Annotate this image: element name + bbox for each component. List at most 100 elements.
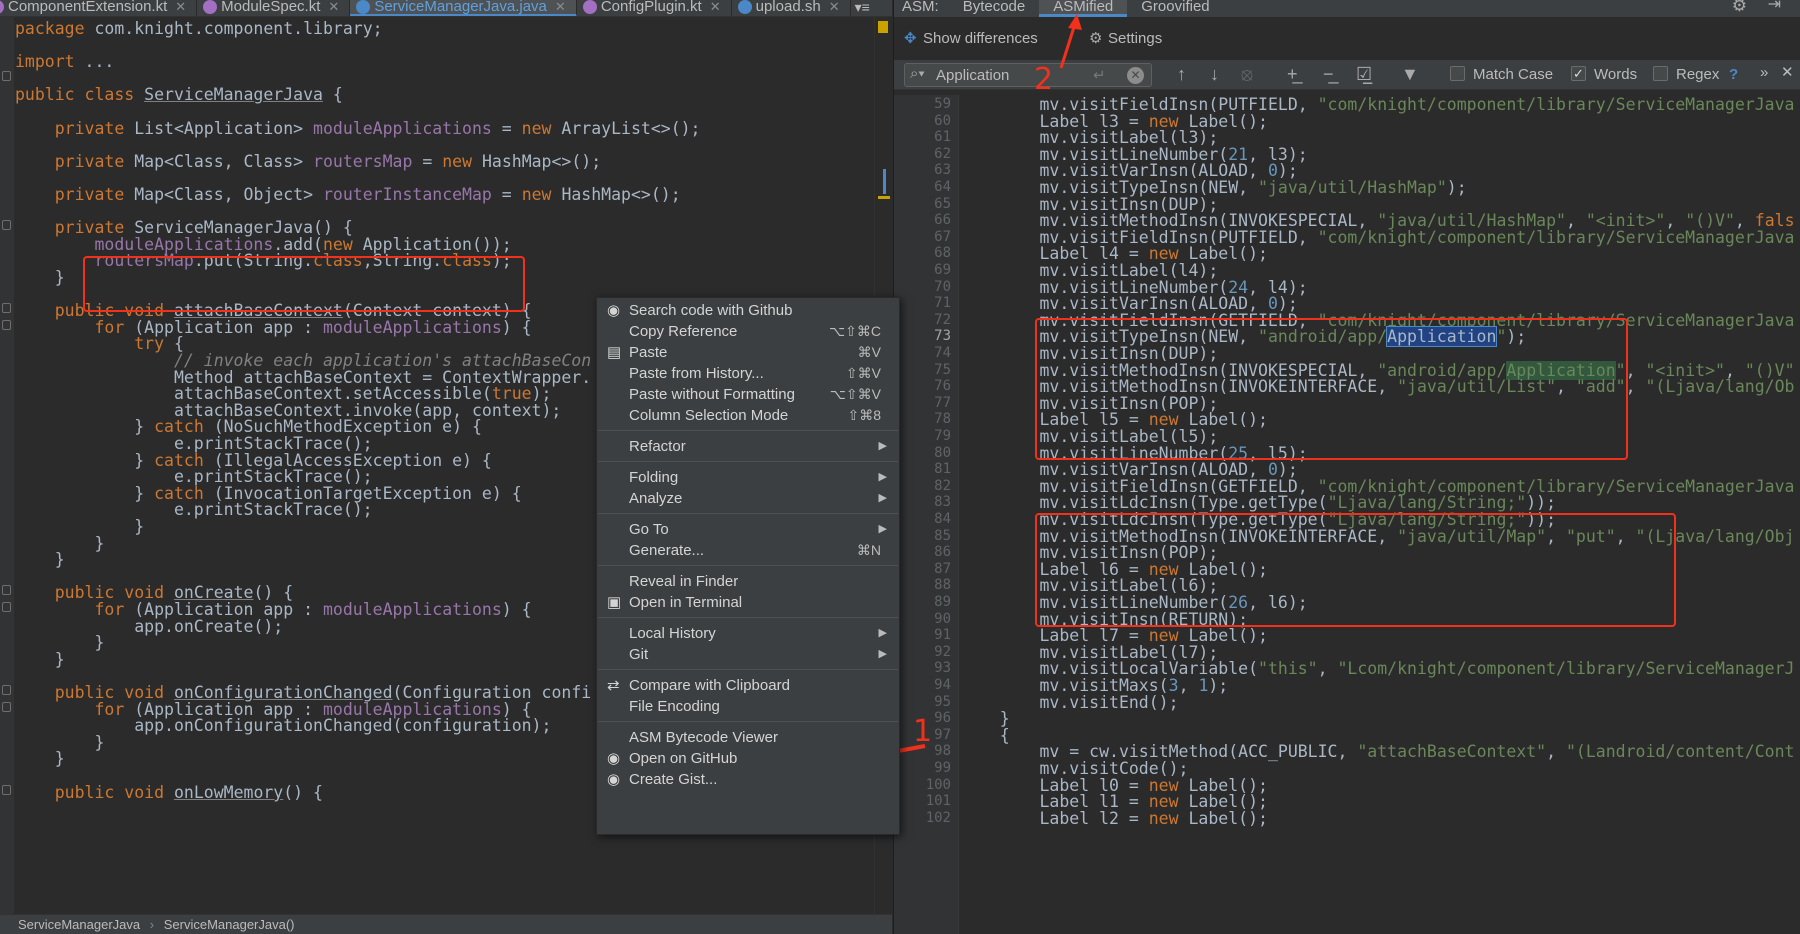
code-token: ) { (501, 600, 532, 619)
code-token: 1 (1198, 676, 1209, 695)
close-tab-icon[interactable]: ✕ (175, 0, 186, 14)
menu-item[interactable]: Refactor ▶ (597, 436, 899, 457)
code-line[interactable]: } (15, 268, 65, 287)
fold-icon[interactable] (2, 685, 11, 695)
fold-icon[interactable] (2, 220, 11, 230)
code-line[interactable]: private Map<Class, Class> routersMap = n… (15, 152, 601, 171)
breadcrumb-separator: › (149, 917, 155, 932)
menu-item[interactable]: Paste without Formatting ⌥⇧⌘V (597, 384, 899, 405)
close-tab-icon[interactable]: ✕ (829, 0, 840, 14)
code-token: ); (1446, 178, 1467, 197)
more-options-icon[interactable]: » (1760, 64, 1768, 81)
settings-button[interactable]: Settings (1108, 27, 1162, 51)
menu-item[interactable]: Local History ▶ (597, 623, 899, 644)
menu-item[interactable]: Folding ▶ (597, 467, 899, 488)
fold-icon[interactable] (2, 303, 11, 313)
fold-icon[interactable] (2, 320, 11, 330)
search-input[interactable]: Application (936, 67, 1009, 84)
breadcrumb-class[interactable]: ServiceManagerJava (18, 917, 140, 932)
filter-icon[interactable]: ▼ (1401, 65, 1419, 83)
menu-item[interactable]: ⇄ Compare with Clipboard (597, 675, 899, 696)
code-line[interactable]: } (15, 650, 65, 669)
menu-item[interactable]: ◉ Open on GitHub (597, 748, 899, 769)
select-all-occurrences-icon[interactable]: ☑̲ (1356, 65, 1372, 83)
gear-icon[interactable]: ⚙ (1732, 0, 1747, 14)
hide-panel-icon[interactable]: ⇥ (1768, 0, 1781, 13)
tab-groovified[interactable]: Groovified (1127, 0, 1223, 17)
menu-item[interactable]: Column Selection Mode ⇧⌘8 (597, 405, 899, 426)
code-token: } (15, 550, 65, 569)
menu-item-label: Copy Reference (629, 323, 738, 340)
editor-tab[interactable]: ConfigPlugin.kt ✕ (577, 0, 732, 16)
code-line[interactable]: package com.knight.component.library; (15, 19, 383, 38)
code-line[interactable]: Label l2 = new Label(); (960, 809, 1268, 828)
menu-item[interactable]: Reveal in Finder (597, 571, 899, 592)
menu-item[interactable]: ▤ Paste ⌘V (597, 342, 899, 363)
code-line[interactable]: private List<Application> moduleApplicat… (15, 119, 701, 138)
editor-tab[interactable]: upload.sh ✕ (732, 0, 851, 16)
editor-tab[interactable]: ComponentExtension.kt ✕ (0, 0, 198, 16)
menu-shortcut: ⇧⌘8 (847, 407, 881, 423)
code-line[interactable]: import ... (15, 52, 114, 71)
menu-item[interactable]: Generate... ⌘N (597, 540, 899, 561)
code-token: moduleApplications (322, 318, 502, 337)
menu-item[interactable]: File Encoding (597, 696, 899, 717)
code-line[interactable]: public class ServiceManagerJava { (15, 85, 343, 104)
fold-icon[interactable] (2, 702, 11, 712)
code-token: = (491, 185, 522, 204)
remove-occurrence-icon[interactable]: −̲ (1323, 65, 1334, 83)
code-line[interactable]: } (15, 550, 65, 569)
menu-item[interactable]: Copy Reference ⌥⇧⌘C (597, 321, 899, 342)
code-line[interactable]: } (15, 749, 65, 768)
find-all-icon[interactable]: ⦻ (1241, 65, 1253, 83)
code-line[interactable]: private Map<Class, Object> routerInstanc… (15, 185, 681, 204)
next-occurrence-icon[interactable]: ↓ (1210, 65, 1219, 83)
match-case-checkbox[interactable] (1450, 66, 1465, 81)
search-field[interactable]: ⌕▾ Application ↵ ✕ (904, 63, 1152, 87)
code-token: "this" (1258, 659, 1318, 678)
scroll-thumb[interactable] (883, 169, 886, 194)
github-icon: ◉ (607, 302, 621, 319)
menu-item-label: Git (629, 646, 649, 663)
menu-item[interactable]: ASM Bytecode Viewer (597, 727, 899, 748)
tabs-overflow-icon[interactable]: ▾≡ (851, 0, 874, 16)
fold-icon[interactable] (2, 785, 11, 795)
regex-checkbox[interactable] (1653, 66, 1668, 81)
add-occurrence-icon[interactable]: +̲ (1287, 65, 1298, 83)
menu-item[interactable]: Analyze ▶ (597, 488, 899, 509)
code-token: "Lcom/knight/component/library/ServiceMa… (1337, 659, 1795, 678)
search-icon[interactable]: ⌕▾ (910, 65, 925, 82)
fold-icon[interactable] (2, 585, 11, 595)
menu-item[interactable]: Paste from History... ⇧⌘V (597, 363, 899, 384)
menu-item-label: Search code with Github (629, 302, 793, 319)
menu-item[interactable]: ▣ Open in Terminal (597, 592, 899, 613)
fold-icon[interactable] (2, 71, 11, 81)
help-icon[interactable]: ? (1729, 66, 1738, 83)
tab-bytecode[interactable]: Bytecode (949, 0, 1040, 17)
menu-item[interactable]: ◉ Search code with Github (597, 300, 899, 321)
fold-icon[interactable] (2, 602, 11, 612)
code-token: Map<Class, Class> (134, 152, 314, 171)
show-differences-button[interactable]: Show differences (923, 27, 1038, 51)
close-tab-icon[interactable]: ✕ (710, 0, 721, 14)
inspection-warning-icon[interactable] (878, 21, 888, 33)
code-line[interactable]: public void onLowMemory() { (15, 783, 323, 802)
close-search-icon[interactable]: ✕ (1781, 63, 1794, 81)
clear-search-icon[interactable]: ✕ (1127, 67, 1144, 84)
editor-tab[interactable]: ModuleSpec.kt ✕ (197, 0, 351, 16)
previous-occurrence-icon[interactable]: ↑ (1177, 65, 1186, 83)
menu-item[interactable]: Go To ▶ (597, 519, 899, 540)
editor-tab[interactable]: ServiceManagerJava.java ✕ (350, 0, 577, 16)
code-token: private (54, 185, 135, 204)
words-checkbox[interactable]: ✓ (1571, 66, 1586, 81)
editor-tab-label: ServiceManagerJava.java (374, 0, 547, 15)
menu-item[interactable]: Git ▶ (597, 644, 899, 665)
breadcrumb-method[interactable]: ServiceManagerJava() (164, 917, 295, 932)
menu-item[interactable]: ◉ Create Gist... (597, 769, 899, 790)
close-tab-icon[interactable]: ✕ (555, 0, 566, 14)
menu-item-label: Open on GitHub (629, 750, 738, 767)
menu-shortcut: ⌘V (857, 344, 881, 360)
close-tab-icon[interactable]: ✕ (328, 0, 339, 14)
